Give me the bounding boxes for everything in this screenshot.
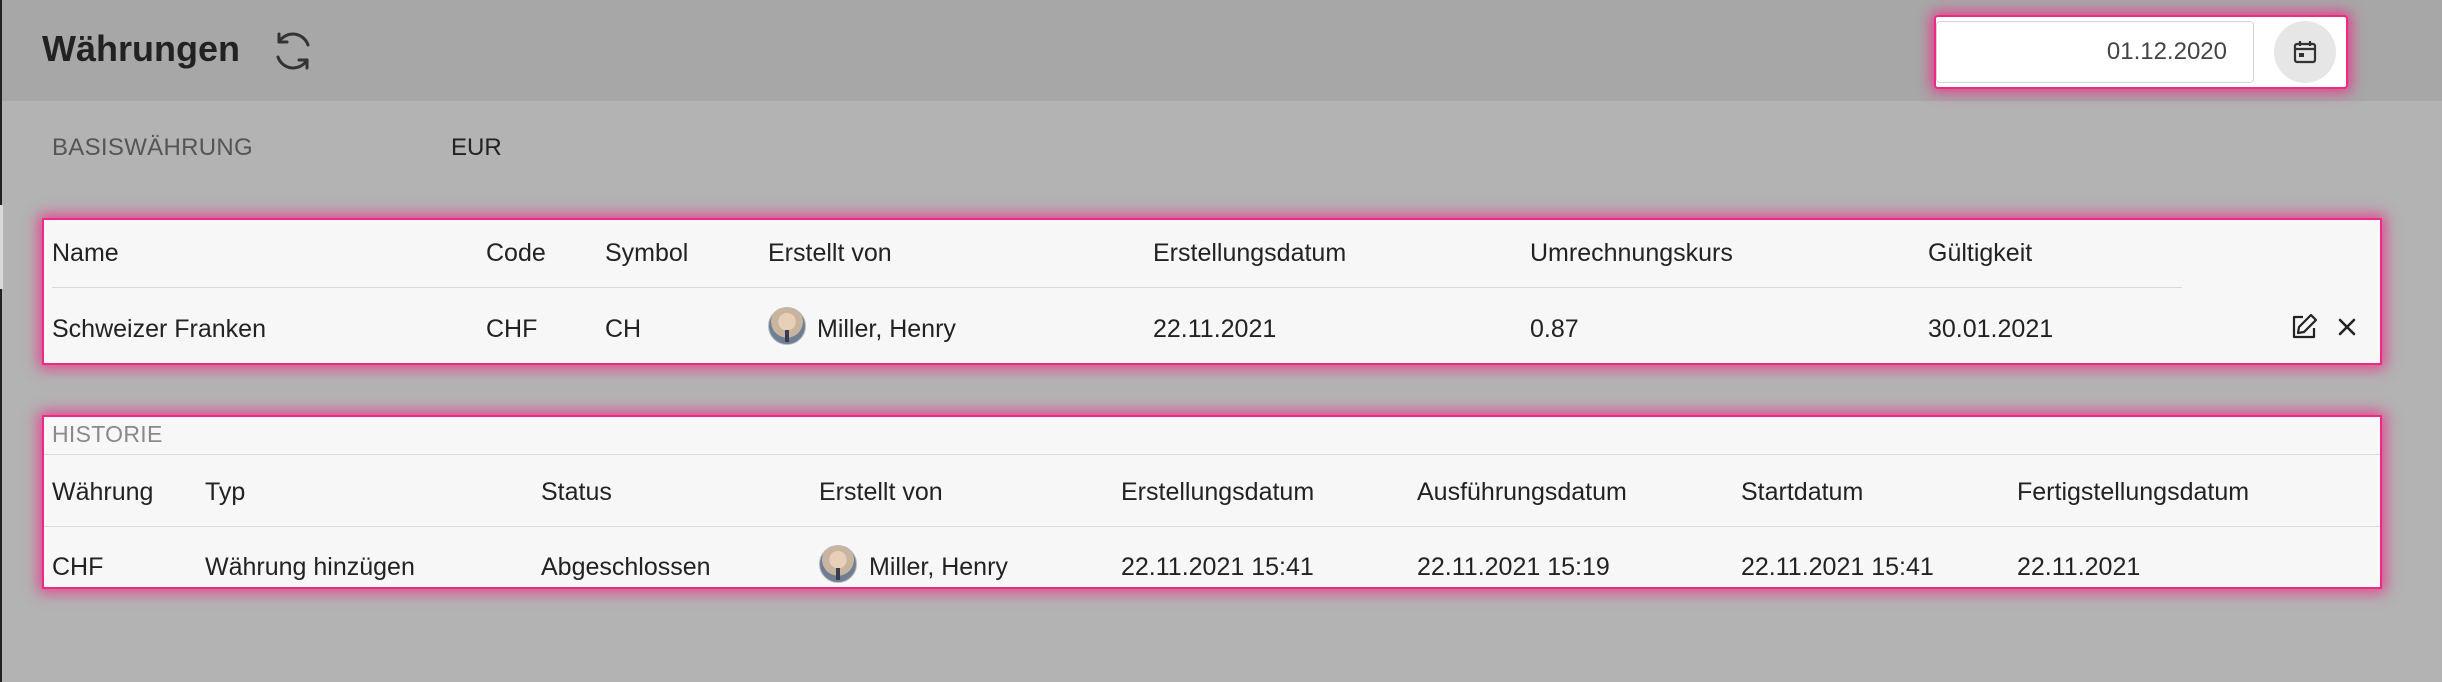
cell-created-by: Miller, Henry [869,553,1008,581]
cell-created-by: Miller, Henry [817,315,956,343]
cell-name: Schweizer Franken [52,315,266,343]
window-edge-notch [0,205,3,289]
cell-valid-until: 30.01.2021 [1928,315,2054,343]
cell-code: CHF [486,315,538,343]
page-title: Währungen [42,28,240,69]
column-header-type[interactable]: Typ [205,478,245,507]
calendar-button[interactable] [2274,21,2336,83]
close-icon[interactable] [2336,316,2358,338]
column-header-executed-on[interactable]: Ausführungsdatum [1417,478,1627,507]
cell-created-on: 22.11.2021 [1153,315,1277,343]
cell-created-on: 22.11.2021 15:41 [1121,553,1314,581]
refresh-icon[interactable] [270,28,316,74]
column-header-created-by[interactable]: Erstellt von [768,239,892,268]
column-header-created-on[interactable]: Erstellungsdatum [1121,478,1314,507]
window-edge [0,0,2,682]
date-input[interactable] [1936,21,2254,83]
column-header-status[interactable]: Status [541,478,612,507]
column-header-code[interactable]: Code [486,239,546,268]
base-currency-value: EUR [451,134,502,161]
date-picker [1936,17,2346,87]
calendar-icon [2293,41,2317,64]
base-currency-label: BASISWÄHRUNG [52,134,253,161]
header-divider [52,287,2182,288]
cell-completed-on: 22.11.2021 [2017,553,2141,581]
page-header: Währungen [2,0,2442,101]
column-header-start-date[interactable]: Startdatum [1741,478,1863,507]
column-header-completed-on[interactable]: Fertigstellungsdatum [2017,478,2249,507]
cell-start-date: 22.11.2021 15:41 [1741,553,1934,581]
avatar [768,307,806,345]
edit-icon[interactable] [2289,312,2319,342]
column-header-rate[interactable]: Umrechnungskurs [1530,239,1733,268]
history-title-divider [44,454,2380,455]
column-header-created-by[interactable]: Erstellt von [819,478,943,507]
header-divider [44,526,2380,527]
cell-executed-on: 22.11.2021 15:19 [1417,553,1610,581]
cell-symbol: CH [605,315,642,343]
history-title: HISTORIE [52,421,163,447]
history-table: HISTORIE Währung Typ Status Erstellt von… [44,417,2380,587]
cell-status: Abgeschlossen [541,553,711,581]
column-header-currency[interactable]: Währung [52,478,153,507]
column-header-created-on[interactable]: Erstellungsdatum [1153,239,1346,268]
avatar [819,545,857,583]
column-header-name[interactable]: Name [52,239,119,268]
cell-rate: 0.87 [1530,315,1579,343]
currency-table: Name Code Symbol Erstellt von Erstellung… [44,220,2380,363]
column-header-symbol[interactable]: Symbol [605,239,688,268]
cell-type: Währung hinzügen [205,553,415,581]
column-header-valid-until[interactable]: Gültigkeit [1928,239,2032,268]
cell-currency: CHF [52,553,104,581]
